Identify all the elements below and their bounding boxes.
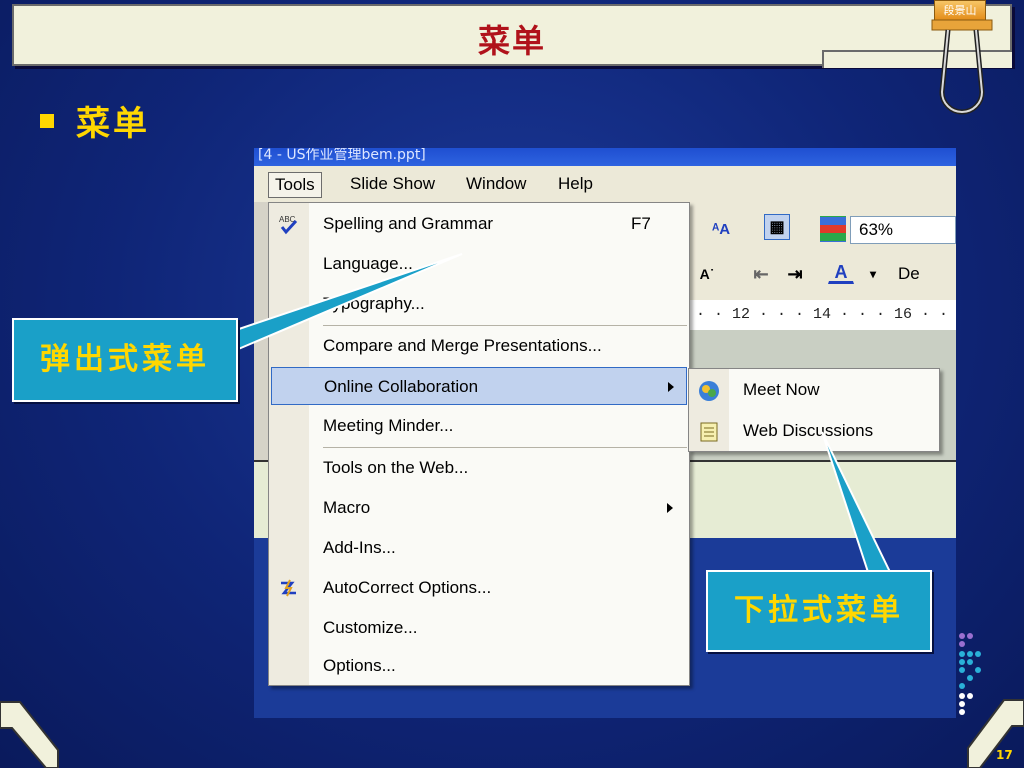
corner-ornament-right xyxy=(967,699,1024,768)
page-number: 17 xyxy=(996,748,1013,762)
callout-popup-menu: 弹出式菜单 xyxy=(12,318,238,402)
callout-dropdown-menu: 下拉式菜单 xyxy=(706,570,932,652)
corner-ornament-left xyxy=(0,701,59,768)
